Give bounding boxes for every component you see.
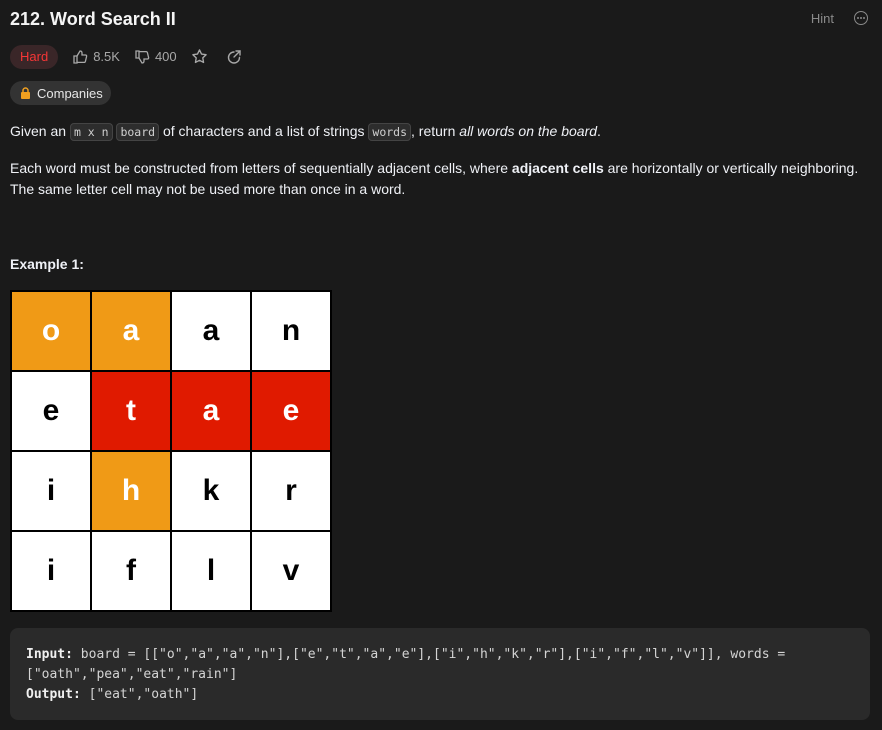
output-label: Output:	[26, 687, 81, 702]
example-board-image: oaanetaeihkriflv	[10, 290, 332, 612]
board-cell: t	[92, 372, 170, 450]
text-segment: of characters and a list of strings	[159, 123, 369, 139]
board-cell: k	[172, 452, 250, 530]
text-segment: .	[597, 123, 601, 139]
inline-code: m x n	[69, 123, 113, 141]
board-cell: r	[252, 452, 330, 530]
text-segment: Each word must be constructed from lette…	[10, 160, 512, 176]
board-cell: o	[12, 292, 90, 370]
companies-label: Companies	[37, 85, 103, 101]
board-cell: f	[92, 532, 170, 610]
lock-icon	[21, 87, 30, 99]
meta-row: Hard 8.5K 400	[10, 44, 260, 69]
board-cell: a	[92, 292, 170, 370]
example-title: Example 1:	[10, 256, 84, 272]
board-cell: n	[252, 292, 330, 370]
board-cell: l	[172, 532, 250, 610]
difficulty-badge: Hard	[10, 44, 59, 69]
like-count: 8.5K	[93, 49, 120, 64]
emphasis-text: all words on the board	[459, 123, 598, 139]
inline-code: words	[368, 123, 412, 141]
board-cell: v	[252, 532, 330, 610]
output-value: ["eat","oath"]	[80, 687, 199, 702]
description-paragraph-1: Given an m x n board of characters and a…	[10, 121, 862, 143]
board-cell: i	[12, 452, 90, 530]
text-segment: , return	[411, 123, 460, 139]
board-cell: a	[172, 372, 250, 450]
board-cell: i	[12, 532, 90, 610]
text-segment: Given an	[10, 123, 70, 139]
thumbs-down-icon	[135, 49, 150, 64]
dislike-button[interactable]: 400	[134, 49, 177, 65]
bold-text: adjacent cells	[511, 160, 604, 176]
favorite-button[interactable]	[191, 48, 208, 65]
dislike-count: 400	[154, 49, 177, 64]
star-icon	[191, 49, 207, 64]
problem-title[interactable]: 212. Word Search II	[10, 9, 176, 29]
board-cell: e	[12, 372, 90, 450]
inline-code: board	[116, 123, 160, 141]
more-options-icon[interactable]	[854, 11, 868, 25]
like-button[interactable]: 8.5K	[72, 49, 120, 65]
share-icon	[227, 49, 241, 64]
example-io-text: Input: board = [["o","a","a","n"],["e","…	[26, 645, 854, 705]
hint-button[interactable]: Hint	[811, 11, 834, 27]
description-paragraph-2: Each word must be constructed from lette…	[10, 158, 862, 200]
share-button[interactable]	[226, 49, 242, 65]
title-row: 212. Word Search II Hint	[10, 8, 868, 30]
board-cell: a	[172, 292, 250, 370]
example-io-block: Input: board = [["o","a","a","n"],["e","…	[10, 628, 870, 720]
input-value: board = [["o","a","a","n"],["e","t","a",…	[26, 647, 794, 682]
input-label: Input:	[26, 647, 73, 662]
companies-tag[interactable]: Companies	[10, 81, 111, 105]
thumbs-up-icon	[73, 49, 88, 64]
board-cell: h	[92, 452, 170, 530]
board-cell: e	[252, 372, 330, 450]
